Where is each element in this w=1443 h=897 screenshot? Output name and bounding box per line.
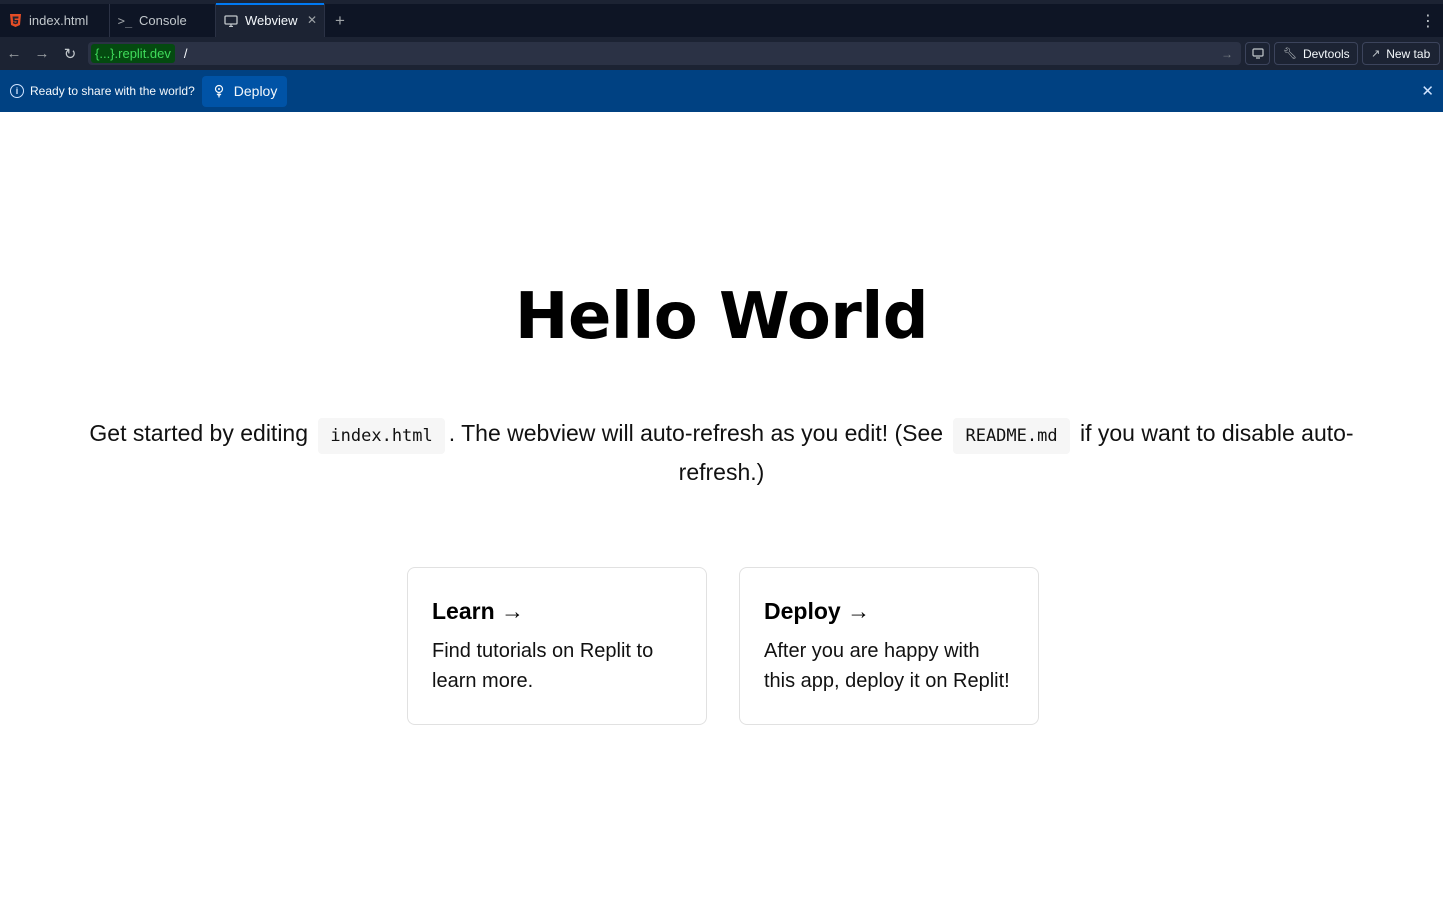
tab-webview[interactable]: Webview ✕ <box>216 3 325 37</box>
url-path: / <box>183 46 188 61</box>
terminal-icon: >_ <box>117 13 133 28</box>
banner-text: Ready to share with the world? <box>30 84 195 98</box>
rocket-icon <box>214 84 223 98</box>
tab-label: Webview <box>245 13 298 28</box>
info-icon: i <box>10 84 24 98</box>
devtools-label: Devtools <box>1302 46 1350 61</box>
tab-console[interactable]: >_ Console <box>110 4 216 37</box>
card-title: Deploy → <box>764 598 871 624</box>
url-field[interactable]: {...}.replit.dev / → <box>88 42 1241 65</box>
webview-content: Hello World Get started by editing index… <box>0 112 1443 897</box>
back-button[interactable]: ← <box>0 37 28 70</box>
card-text: Find tutorials on Replit to learn more. <box>432 640 654 692</box>
monitor-icon <box>224 14 238 28</box>
learn-card[interactable]: Learn → Find tutorials on Replit to lear… <box>407 567 707 725</box>
code-index-html: index.html <box>318 418 445 454</box>
code-readme: README.md <box>953 418 1070 454</box>
deploy-label: Deploy <box>233 83 278 99</box>
go-arrow-icon[interactable]: → <box>1221 47 1233 61</box>
arrow-right-icon: → <box>34 45 50 62</box>
intro-text: Get started by editing index.html. The w… <box>60 415 1383 490</box>
screen-size-button[interactable] <box>1245 42 1270 65</box>
address-bar: ← → ↻ {...}.replit.dev / → 🔧︎ Devtools ↗… <box>0 37 1443 70</box>
page-title: Hello World <box>514 280 929 354</box>
intro-part-1: Get started by editing <box>89 420 309 446</box>
url-host: {...}.replit.dev <box>91 44 175 63</box>
monitor-icon <box>1251 48 1264 59</box>
arrow-left-icon: ← <box>6 45 22 62</box>
wrench-icon: 🔧︎ <box>1283 48 1297 60</box>
add-tab-button[interactable]: + <box>325 4 355 37</box>
deploy-banner: i Ready to share with the world? Deploy … <box>0 70 1443 112</box>
html5-icon <box>8 14 22 28</box>
card-title: Learn → <box>432 598 525 624</box>
tab-label: index.html <box>29 13 89 28</box>
tab-index-html[interactable]: index.html <box>0 4 110 37</box>
forward-button[interactable]: → <box>28 37 56 70</box>
new-tab-button[interactable]: ↗ New tab <box>1362 42 1440 65</box>
tab-bar: index.html >_ Console Webview ✕ + ⋮ <box>0 0 1443 37</box>
card-text: After you are happy with this app, deplo… <box>764 640 1010 692</box>
devtools-button[interactable]: 🔧︎ Devtools <box>1274 42 1358 65</box>
close-icon[interactable]: ✕ <box>307 13 317 27</box>
deploy-card[interactable]: Deploy → After you are happy with this a… <box>739 567 1039 725</box>
intro-part-2: . The webview will auto-refresh as you e… <box>448 420 944 446</box>
tab-label: Console <box>139 13 187 28</box>
more-options-icon[interactable]: ⋮ <box>1413 4 1443 37</box>
plus-icon: + <box>335 10 345 30</box>
deploy-button[interactable]: Deploy <box>201 75 287 107</box>
reload-button[interactable]: ↻ <box>56 37 84 70</box>
reload-icon: ↻ <box>63 45 77 63</box>
external-link-icon: ↗ <box>1371 48 1381 60</box>
close-icon[interactable]: ✕ <box>1421 82 1434 100</box>
new-tab-label: New tab <box>1386 46 1431 61</box>
